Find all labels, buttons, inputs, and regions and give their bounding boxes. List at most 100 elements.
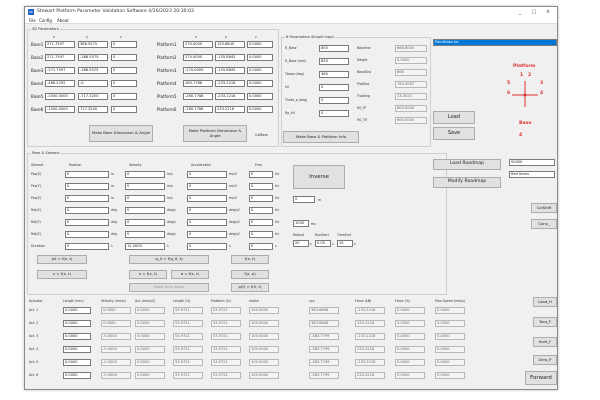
minimize-button[interactable]: _ bbox=[513, 8, 527, 16]
freq-field[interactable]: 0 bbox=[249, 243, 273, 250]
fxt-button[interactable]: f(x, t) bbox=[231, 255, 269, 264]
platform-y-field[interactable]: 155.8845 bbox=[215, 41, 245, 48]
torq-f-button[interactable]: Torq_F bbox=[533, 317, 557, 327]
v-col2-button[interactable]: v = f(x, t) bbox=[129, 270, 167, 279]
load-roadmap-button[interactable]: Load Roadmap bbox=[433, 159, 501, 170]
actuator-cell[interactable]: 0.0000 bbox=[63, 320, 91, 327]
position-field[interactable]: 0 bbox=[65, 219, 109, 226]
actuator-cell[interactable]: 0.0000 bbox=[63, 346, 91, 353]
base-y-field[interactable]: -388.5575 bbox=[78, 54, 108, 61]
base-x-field[interactable]: 271.7597 bbox=[45, 54, 75, 61]
platform-z-field[interactable]: 0.0000 bbox=[247, 93, 273, 100]
platform-z-field[interactable]: 0.0000 bbox=[247, 54, 273, 61]
accel-field[interactable]: 0 bbox=[187, 243, 227, 250]
platform-x-field[interactable]: 260.7788 bbox=[183, 80, 213, 87]
platform-z-field[interactable]: 0.0000 bbox=[247, 67, 273, 74]
simple-left-field[interactable]: 850 bbox=[319, 58, 349, 65]
menu-file[interactable]: File bbox=[29, 18, 36, 23]
actuator-cell[interactable]: 0.0000 bbox=[63, 333, 91, 340]
base-z-field[interactable]: 0 bbox=[111, 106, 137, 113]
simple-left-field[interactable]: 0 bbox=[319, 110, 349, 117]
accel-field[interactable]: 0 bbox=[187, 219, 227, 226]
accel-field[interactable]: 0 bbox=[187, 207, 227, 214]
fxp-button[interactable]: f(x, p) bbox=[231, 270, 269, 279]
modify-roadmap-button[interactable]: Modify Roadmap bbox=[433, 177, 501, 188]
platform-y-field[interactable]: -233.2218 bbox=[215, 93, 245, 100]
position-field[interactable]: 0 bbox=[65, 231, 109, 238]
accel-field[interactable]: 0 bbox=[187, 231, 227, 238]
base-x-field[interactable]: -466.2292 bbox=[45, 80, 75, 87]
position-field[interactable]: 0 bbox=[65, 171, 109, 178]
platform-z-field[interactable]: 0.0000 bbox=[247, 106, 273, 113]
base-x-field[interactable]: 271.7597 bbox=[45, 41, 75, 48]
platform-y-field[interactable]: -155.8845 bbox=[215, 67, 245, 74]
accel-field[interactable]: 0 bbox=[187, 195, 227, 202]
zero-p-button[interactable]: Zero_P bbox=[533, 355, 557, 365]
base-x-field[interactable]: -1000.0000 bbox=[45, 93, 75, 100]
accel-field[interactable]: 0 bbox=[187, 183, 227, 190]
platform-z-field[interactable]: 0.0000 bbox=[247, 41, 273, 48]
freq-field[interactable]: 0 bbox=[249, 171, 273, 178]
platform-x-field[interactable]: -270.0000 bbox=[183, 67, 213, 74]
simple-left-field[interactable]: 0 bbox=[319, 84, 349, 91]
base-z-field[interactable]: 0 bbox=[111, 41, 137, 48]
platform-x-field[interactable]: -260.7788 bbox=[183, 106, 213, 113]
menu-about[interactable]: About bbox=[57, 18, 69, 23]
velocity-field[interactable]: 12.0000 bbox=[125, 243, 165, 250]
load-button[interactable]: Load bbox=[433, 111, 475, 124]
simple-left-field[interactable]: 360 bbox=[319, 71, 349, 78]
freq-field[interactable]: 0 bbox=[249, 183, 273, 190]
maximize-button[interactable]: □ bbox=[527, 8, 541, 16]
inverse-field[interactable]: 0 bbox=[293, 196, 315, 203]
make-base-platform-button[interactable]: Make Base & Platform Info bbox=[283, 131, 359, 143]
base-x-field[interactable]: -271.7597 bbox=[45, 67, 75, 74]
position-field[interactable]: 0 bbox=[65, 195, 109, 202]
a-button[interactable]: a = f(x, t) bbox=[171, 270, 209, 279]
base-y-field[interactable]: -0 bbox=[78, 80, 108, 87]
p0-button[interactable]: p0 = f(x, t) bbox=[37, 255, 87, 264]
menu-config[interactable]: Config bbox=[39, 18, 52, 23]
platform-x-field[interactable]: -260.7788 bbox=[183, 93, 213, 100]
runstart-field[interactable]: 0.05 bbox=[315, 240, 331, 247]
base-y-field[interactable]: -717.3200 bbox=[78, 93, 108, 100]
position-field[interactable]: 5 bbox=[65, 243, 109, 250]
platform-y-field[interactable]: 233.2218 bbox=[215, 106, 245, 113]
simple-left-field[interactable]: 5 bbox=[319, 97, 349, 104]
sine-wave-button[interactable]: Make Sine Wave bbox=[129, 283, 209, 292]
velocity-field[interactable]: 0 bbox=[125, 207, 165, 214]
q0-button[interactable]: q_0 = f(q_0, t) bbox=[129, 255, 209, 264]
forward-button[interactable]: Forward bbox=[525, 371, 557, 385]
freq-field[interactable]: 0 bbox=[249, 219, 273, 226]
base-y-field[interactable]: 388.5575 bbox=[78, 41, 108, 48]
platform-z-field[interactable]: 0.0000 bbox=[247, 80, 273, 87]
simple-left-field[interactable]: 850 bbox=[319, 45, 349, 52]
timeend-field[interactable]: 25 bbox=[337, 240, 353, 247]
freq-field[interactable]: 0 bbox=[249, 207, 273, 214]
hold-f-button[interactable]: Hold_F bbox=[533, 337, 557, 347]
pf-button[interactable]: p(f) = f(0, t) bbox=[231, 283, 269, 292]
base-x-field[interactable]: -1000.0000 bbox=[45, 106, 75, 113]
position-field[interactable]: 0 bbox=[65, 207, 109, 214]
actuator-cell[interactable]: 0.0000 bbox=[63, 307, 91, 314]
velocity-field[interactable]: 0 bbox=[125, 195, 165, 202]
rollout-field[interactable]: 20 bbox=[293, 240, 309, 247]
platform-y-field[interactable]: -233.2218 bbox=[215, 80, 245, 87]
actuator-cell[interactable]: 0.0000 bbox=[63, 372, 91, 379]
base-z-field[interactable]: 0 bbox=[111, 67, 137, 74]
platform-x-field[interactable]: 270.0000 bbox=[183, 54, 213, 61]
actuator-cell[interactable]: 0.0000 bbox=[63, 359, 91, 366]
conv-button[interactable]: Conv_ bbox=[531, 219, 557, 229]
inverse-button[interactable]: Inverse bbox=[293, 165, 345, 189]
base-z-field[interactable]: 0 bbox=[111, 93, 137, 100]
freq-field[interactable]: 0 bbox=[249, 195, 273, 202]
calshift-button[interactable]: CalShift bbox=[531, 203, 557, 213]
position-field[interactable]: 0 bbox=[65, 183, 109, 190]
make-platform-button[interactable]: Make Platform Dimension & Angle bbox=[183, 125, 247, 142]
accel-field[interactable]: 0 bbox=[187, 171, 227, 178]
base-z-field[interactable]: 0 bbox=[111, 80, 137, 87]
save-button[interactable]: Save bbox=[433, 127, 475, 140]
close-button[interactable]: × bbox=[541, 8, 555, 16]
platform-x-field[interactable]: 270.0000 bbox=[183, 41, 213, 48]
roadmap-field-1[interactable]: 00000 bbox=[509, 159, 555, 166]
freq-field[interactable]: 0 bbox=[249, 231, 273, 238]
